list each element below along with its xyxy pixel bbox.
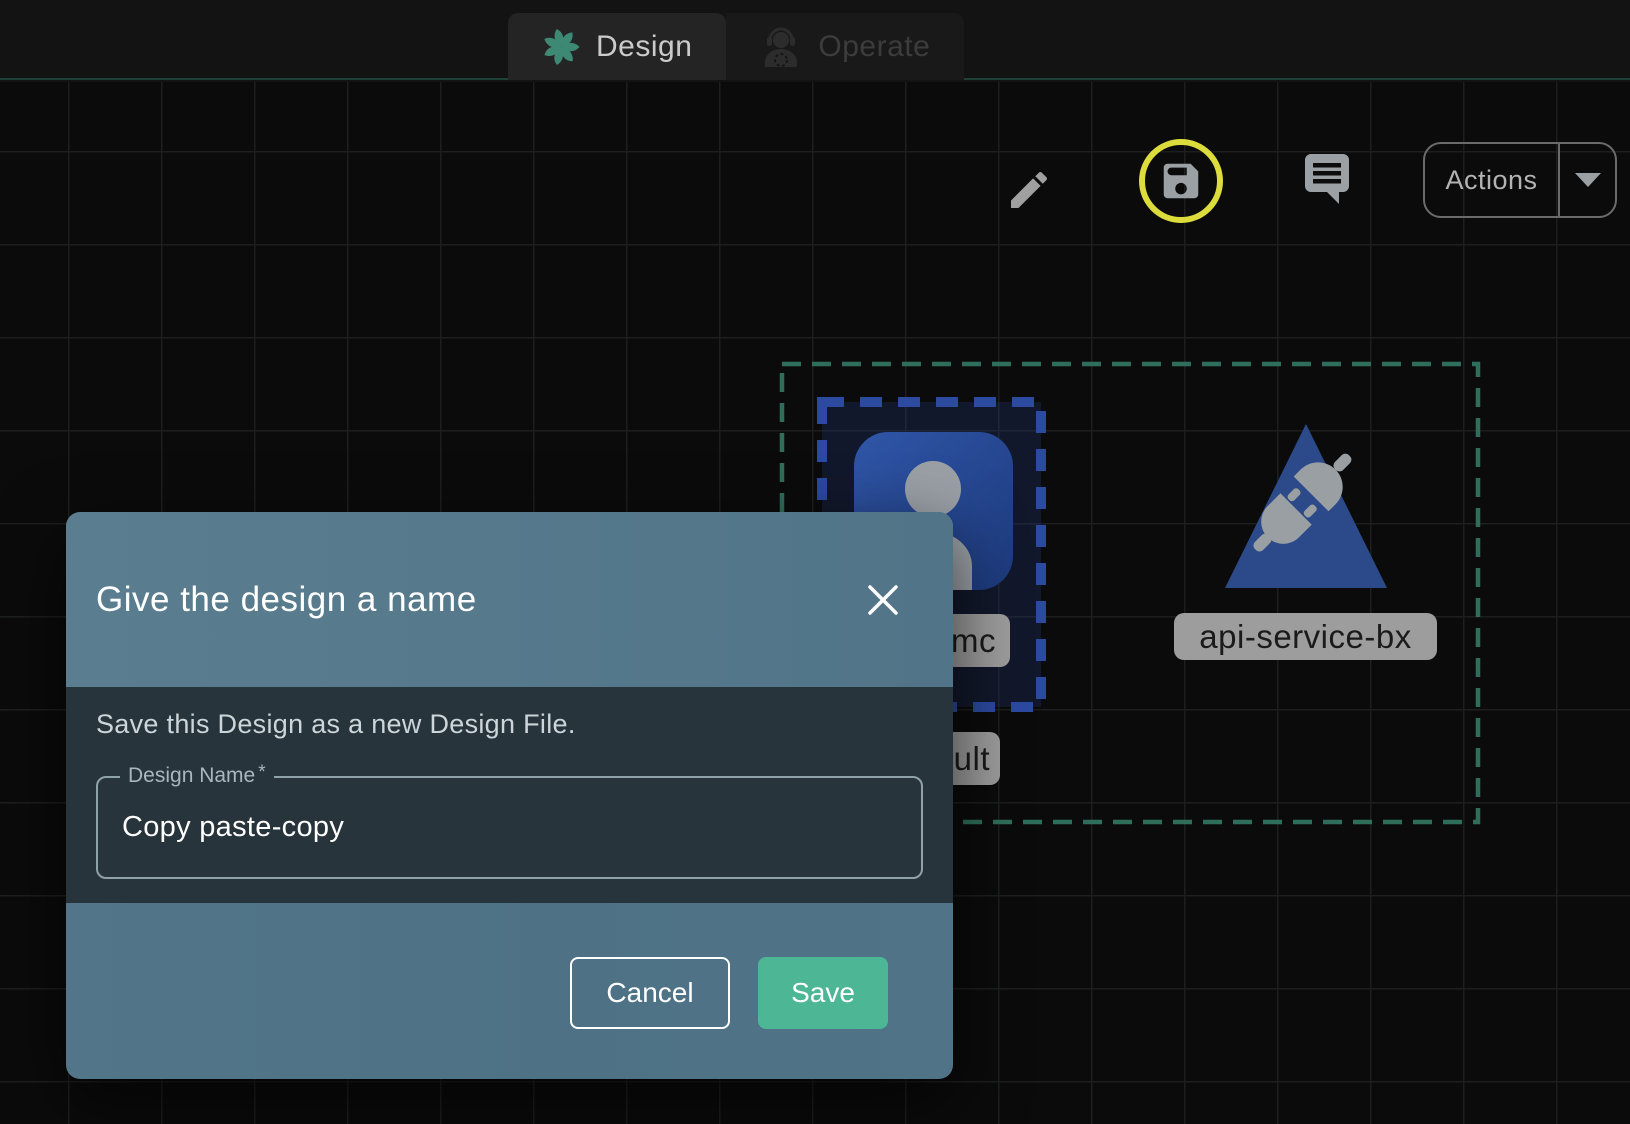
floppy-disk-icon (1158, 158, 1204, 204)
tab-operate[interactable]: Operate (726, 13, 964, 80)
top-bar: Design Operate (0, 0, 1630, 80)
required-marker: * (258, 762, 265, 786)
actions-split-button: Actions (1423, 142, 1617, 218)
save-button[interactable]: Save (758, 957, 888, 1029)
dialog-description: Save this Design as a new Design File. (96, 687, 923, 740)
cancel-button[interactable]: Cancel (570, 957, 730, 1029)
actions-button[interactable]: Actions (1425, 144, 1558, 216)
dialog-footer: Cancel Save (66, 903, 953, 1079)
node-label-api-service: api-service-bx (1174, 613, 1437, 660)
meshery-design-screen: mc ult api-service-bx Design (0, 0, 1630, 1124)
edit-button[interactable] (1005, 166, 1053, 219)
api-service-node[interactable] (1225, 424, 1387, 588)
design-name-label: Design Name * (120, 764, 274, 788)
design-name-field-outline: Design Name * (96, 776, 923, 879)
design-name-input[interactable] (98, 778, 921, 877)
close-icon (865, 582, 901, 618)
dialog-close-button[interactable] (861, 578, 905, 622)
meshery-logo-icon (542, 28, 580, 66)
dialog-title: Give the design a name (66, 580, 477, 620)
comment-icon (1302, 154, 1352, 212)
save-design-button[interactable] (1139, 139, 1223, 223)
mode-tabs: Design Operate (508, 13, 964, 80)
tab-design[interactable]: Design (508, 13, 726, 80)
comment-button[interactable] (1302, 154, 1352, 217)
tab-operate-label: Operate (818, 30, 930, 64)
person-icon (905, 461, 961, 517)
pencil-icon (1005, 166, 1053, 214)
tab-design-label: Design (596, 30, 692, 64)
dialog-body: Save this Design as a new Design File. D… (66, 687, 953, 903)
design-name-label-text: Design Name (128, 764, 255, 788)
dialog-header: Give the design a name (66, 512, 953, 687)
actions-dropdown-button[interactable] (1558, 144, 1615, 216)
caret-down-icon (1575, 173, 1601, 187)
operator-icon (760, 26, 802, 68)
save-design-dialog: Give the design a name Save this Design … (66, 512, 953, 1079)
